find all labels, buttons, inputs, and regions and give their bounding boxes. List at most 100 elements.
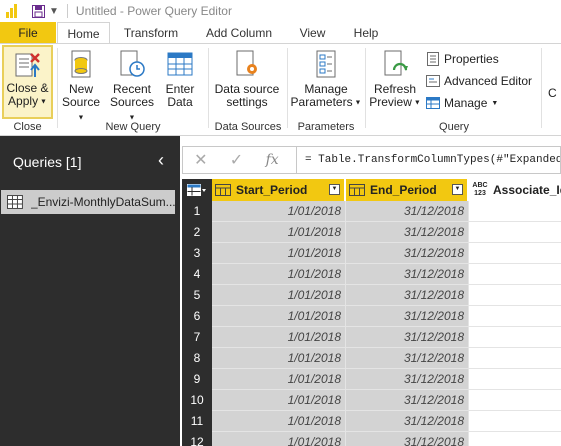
confirm-formula-icon[interactable]: ✓ — [219, 150, 255, 170]
table-cell-end-period[interactable]: 31/12/2018 — [346, 390, 469, 411]
query-item[interactable]: _Envizi-MonthlyDataSum... — [1, 190, 175, 214]
table-cell-start-period[interactable]: 1/01/2018 — [212, 243, 346, 264]
new-source-label-2: Source — [61, 95, 101, 109]
properties-button[interactable]: Properties — [426, 50, 499, 68]
advanced-editor-button[interactable]: Advanced Editor — [426, 72, 532, 90]
calendar-icon — [215, 184, 231, 196]
tab-home[interactable]: Home — [57, 22, 110, 45]
row-number[interactable]: 4 — [182, 264, 212, 285]
table-cell-associate-id[interactable] — [469, 369, 561, 390]
ribbon: Close & Apply ▼ Close New Source ▼ Recen… — [0, 44, 561, 136]
save-icon[interactable] — [32, 4, 45, 18]
table-cell-start-period[interactable]: 1/01/2018 — [212, 201, 346, 222]
row-number[interactable]: 1 — [182, 201, 212, 222]
column-header-end-period[interactable]: End_Period ▼ — [346, 179, 468, 201]
table-cell-start-period[interactable]: 1/01/2018 — [212, 222, 346, 243]
next-ribbon-button-partial[interactable]: C — [548, 87, 561, 100]
collapse-pane-icon[interactable]: ‹ — [158, 150, 164, 171]
row-number[interactable]: 5 — [182, 285, 212, 306]
table-cell-start-period[interactable]: 1/01/2018 — [212, 306, 346, 327]
table-cell-start-period[interactable]: 1/01/2018 — [212, 327, 346, 348]
title-separator — [66, 4, 68, 18]
table-cell-end-period[interactable]: 31/12/2018 — [346, 264, 469, 285]
new-source-button[interactable]: New Source ▼ — [60, 48, 102, 124]
row-number[interactable]: 2 — [182, 222, 212, 243]
table-cell-start-period[interactable]: 1/01/2018 — [212, 264, 346, 285]
table-cell-associate-id[interactable] — [469, 348, 561, 369]
table-cell-start-period[interactable]: 1/01/2018 — [212, 369, 346, 390]
table-cell-associate-id[interactable] — [469, 306, 561, 327]
table-cell-associate-id[interactable] — [469, 222, 561, 243]
type-text-123: 123 — [474, 190, 486, 197]
table-cell-start-period[interactable]: 1/01/2018 — [212, 411, 346, 432]
table-cell-end-period[interactable]: 31/12/2018 — [346, 369, 469, 390]
chevron-down-icon: ▼ — [352, 99, 362, 107]
tab-add-column[interactable]: Add Column — [198, 22, 280, 44]
close-apply-icon — [15, 53, 40, 77]
table-cell-start-period[interactable]: 1/01/2018 — [212, 285, 346, 306]
table-cell-start-period[interactable]: 1/01/2018 — [212, 432, 346, 446]
new-source-label-1: New — [68, 82, 93, 96]
table-cell-associate-id[interactable] — [469, 432, 561, 446]
filter-dropdown-icon[interactable]: ▼ — [329, 184, 340, 195]
table-cell-start-period[interactable]: 1/01/2018 — [212, 348, 346, 369]
table-cell-associate-id[interactable] — [469, 201, 561, 222]
table-cell-start-period[interactable]: 1/01/2018 — [212, 390, 346, 411]
table-cell-associate-id[interactable] — [469, 411, 561, 432]
window-title: Untitled - Power Query Editor — [75, 4, 232, 18]
row-number[interactable]: 3 — [182, 243, 212, 264]
cancel-formula-icon[interactable]: ✕ — [183, 150, 219, 170]
table-cell-end-period[interactable]: 31/12/2018 — [346, 411, 469, 432]
function-icon[interactable]: fx — [254, 152, 290, 168]
table-cell-associate-id[interactable] — [469, 285, 561, 306]
table-cell-associate-id[interactable] — [469, 264, 561, 285]
tab-transform[interactable]: Transform — [116, 22, 186, 44]
advanced-editor-icon — [426, 75, 440, 87]
quick-access-dropdown-icon[interactable]: ▼ — [49, 6, 59, 17]
data-source-settings-icon — [236, 50, 257, 76]
main-area: ✕ ✓ fx = Table.TransformColumnTypes(#"Ex… — [180, 136, 561, 446]
queries-pane-title: Queries [1] — [13, 154, 82, 170]
column-header-associate-id[interactable]: ABC 123 Associate_Id — [469, 179, 561, 201]
tab-view[interactable]: View — [290, 22, 335, 44]
table-cell-end-period[interactable]: 31/12/2018 — [346, 348, 469, 369]
table-cell-end-period[interactable]: 31/12/2018 — [346, 432, 469, 446]
table-cell-associate-id[interactable] — [469, 327, 561, 348]
table-cell-end-period[interactable]: 31/12/2018 — [346, 327, 469, 348]
recent-sources-button[interactable]: Recent Sources ▼ — [108, 48, 156, 124]
manage-label: Manage — [444, 96, 488, 110]
row-number[interactable]: 11 — [182, 411, 212, 432]
table-cell-end-period[interactable]: 31/12/2018 — [346, 222, 469, 243]
manage-parameters-button[interactable]: Manage Parameters ▼ — [290, 48, 362, 109]
manage-button[interactable]: Manage ▼ — [426, 94, 498, 112]
data-source-settings-button[interactable]: Data source settings — [212, 48, 282, 109]
database-icon — [71, 50, 91, 78]
manage-parameters-icon — [316, 50, 336, 78]
tab-file[interactable]: File — [0, 22, 56, 44]
table-cell-end-period[interactable]: 31/12/2018 — [346, 306, 469, 327]
table-cell-end-period[interactable]: 31/12/2018 — [346, 243, 469, 264]
row-number[interactable]: 10 — [182, 390, 212, 411]
table-cell-end-period[interactable]: 31/12/2018 — [346, 201, 469, 222]
close-apply-button[interactable]: Close & Apply ▼ — [2, 45, 53, 119]
table-cell-end-period[interactable]: 31/12/2018 — [346, 285, 469, 306]
enter-data-button[interactable]: Enter Data — [162, 48, 198, 109]
table-cell-associate-id[interactable] — [469, 243, 561, 264]
tab-help[interactable]: Help — [346, 22, 386, 44]
row-number[interactable]: 8 — [182, 348, 212, 369]
row-number[interactable]: 6 — [182, 306, 212, 327]
column-name: Start_Period — [236, 183, 308, 197]
row-number[interactable]: 12 — [182, 432, 212, 446]
table-cell-associate-id[interactable] — [469, 390, 561, 411]
formula-input[interactable]: = Table.TransformColumnTypes(#"Expanded — [305, 154, 560, 166]
close-apply-label-2: Apply — [8, 94, 39, 108]
refresh-icon — [384, 50, 408, 76]
manage-parameters-label-2: Parameters — [290, 95, 353, 109]
filter-dropdown-icon[interactable]: ▼ — [452, 184, 463, 195]
data-source-settings-label-1: Data source — [214, 82, 280, 96]
row-number[interactable]: 7 — [182, 327, 212, 348]
row-number[interactable]: 9 — [182, 369, 212, 390]
refresh-preview-button[interactable]: Refresh Preview ▼ — [369, 48, 421, 109]
table-menu-button[interactable] — [182, 179, 212, 201]
column-header-start-period[interactable]: Start_Period ▼ — [212, 179, 345, 201]
